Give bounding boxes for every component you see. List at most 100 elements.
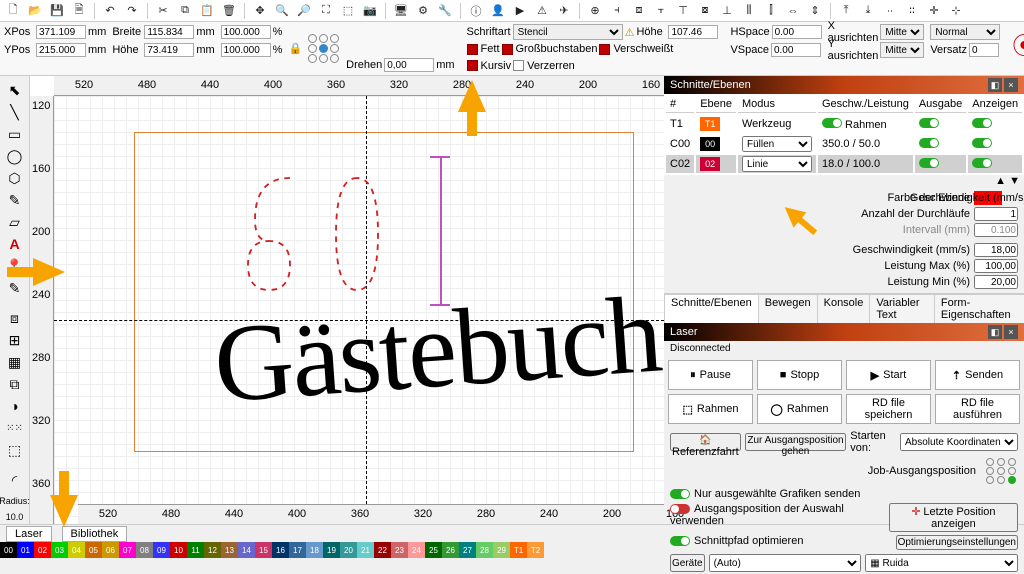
vspace-input[interactable] [771,43,821,57]
tab-form-eigenschaften[interactable]: Form-Eigenschaften [934,294,1024,323]
distort-check[interactable]: Verzerren [513,60,575,72]
palette-25[interactable]: 25 [425,542,442,558]
help-icon[interactable]: ⓘ [467,2,485,20]
rdrun-button[interactable]: RD file ausführen [935,394,1020,424]
warning-icon[interactable]: ⚠ [533,2,551,20]
pause-button[interactable]: ⏸Pause [668,360,753,390]
palette-22[interactable]: 22 [374,542,391,558]
startfrom-select[interactable]: Absolute Koordinaten [900,433,1018,451]
boolean-tool-icon[interactable]: ⧉ [4,374,26,394]
width-input[interactable] [144,25,194,39]
anchor-grid[interactable] [308,34,340,63]
canvas-area[interactable]: 520480440400360320280240200160 120160200… [30,76,664,524]
palette-03[interactable]: 03 [51,542,68,558]
height-input[interactable] [144,43,194,57]
showlastpos-button[interactable]: ✛ Letzte Position anzeigen [889,503,1018,532]
stop-button[interactable]: ■Stopp [757,360,842,390]
palette-16[interactable]: 16 [272,542,289,558]
trace-tool-icon[interactable]: ⬚ [4,440,26,460]
xalign-select[interactable]: Mitte [880,24,924,40]
powermin-input[interactable] [974,275,1018,289]
palette-17[interactable]: 17 [289,542,306,558]
dock-icon[interactable]: ◧ [988,78,1002,92]
delete-icon[interactable]: 🗑 [220,2,238,20]
cross-icon[interactable]: ✛ [925,2,943,20]
settings-icon[interactable]: ⚙ [414,2,432,20]
weld-check[interactable]: Verschweißt [599,43,673,55]
italic-check[interactable]: Kursiv [467,60,512,72]
hspace-input[interactable] [772,25,822,39]
palette-01[interactable]: 01 [17,542,34,558]
redo-icon[interactable]: ↷ [123,2,141,20]
textheight-input[interactable] [668,25,718,39]
palette-09[interactable]: 09 [153,542,170,558]
move-layer-down-icon[interactable]: ▼ [1009,175,1020,187]
palette-23[interactable]: 23 [391,542,408,558]
zoomsel-icon[interactable]: ⬚ [339,2,357,20]
measure-tool-icon[interactable]: ✎ [4,278,26,298]
align-hcenter-icon[interactable]: ⧈ [630,2,648,20]
tab-variabler-text[interactable]: Variabler Text [869,294,935,323]
palette-28[interactable]: 28 [476,542,493,558]
distribute-h-icon[interactable]: ⫼ [740,2,758,20]
dither-tool-icon[interactable]: ⁙⁙ [4,418,26,438]
array-tool-icon[interactable]: ⊞ [4,330,26,350]
pan-icon[interactable]: ✥ [251,2,269,20]
align-top-icon[interactable]: ⊤ [674,2,692,20]
zoomfit-icon[interactable]: ⛶ [317,2,335,20]
palette-04[interactable]: 04 [68,542,85,558]
save-icon[interactable]: 💾 [48,2,66,20]
palette-T2[interactable]: T2 [527,542,544,558]
zoomout-icon[interactable]: 🔎 [295,2,313,20]
rotate-input[interactable] [384,58,434,72]
palette-11[interactable]: 11 [187,542,204,558]
passes-input[interactable] [974,207,1018,221]
palette-13[interactable]: 13 [221,542,238,558]
palette-24[interactable]: 24 [408,542,425,558]
paste-icon[interactable]: 📋 [198,2,216,20]
palette-26[interactable]: 26 [442,542,459,558]
palette-12[interactable]: 12 [204,542,221,558]
align-center-icon[interactable]: ⊕ [586,2,604,20]
xpos-input[interactable] [36,25,86,39]
align-vcenter-icon[interactable]: ⧇ [696,2,714,20]
font-select[interactable]: Stencil [513,24,623,40]
palette-14[interactable]: 14 [238,542,255,558]
joborigin-grid[interactable] [986,458,1018,484]
close-icon[interactable]: × [1004,325,1018,339]
yalign-select[interactable]: Mitte [880,42,924,58]
dock-icon[interactable]: ◧ [988,325,1002,339]
rdsave-button[interactable]: RD file speichern [846,394,931,424]
select-tool-icon[interactable]: ⬉ [4,80,26,100]
weld-tool-icon[interactable]: ◑ [4,396,26,416]
distribute-v-icon[interactable]: ⫿ [762,2,780,20]
offset-input[interactable] [969,43,999,57]
speed-input[interactable] [974,243,1018,257]
palette-27[interactable]: 27 [459,542,476,558]
palette-21[interactable]: 21 [357,542,374,558]
text-tool-icon[interactable]: A [4,234,26,254]
palette-05[interactable]: 05 [85,542,102,558]
sameheight-icon[interactable]: ⇕ [806,2,824,20]
palette-06[interactable]: 06 [102,542,119,558]
bezier-tool-icon[interactable]: ✎ [4,190,26,210]
textstyle-select[interactable]: Normal [930,24,1000,40]
gotoorigin-button[interactable]: Zur Ausgangsposition gehen [745,433,847,451]
polygon-tool-icon[interactable]: ⬡ [4,168,26,188]
align-bottom-icon[interactable]: ⊥ [718,2,736,20]
device-select[interactable]: (Auto) [709,554,862,572]
crosshair-icon[interactable]: ⊹ [947,2,965,20]
edit-tool-icon[interactable]: ▱ [4,212,26,232]
interval-input[interactable] [974,223,1018,237]
palette-07[interactable]: 07 [119,542,136,558]
offset-tool-icon[interactable]: ⧈ [4,308,26,328]
layer-row[interactable]: C0202 Linie 18.0 / 100.0 [666,155,1024,173]
layer-row[interactable]: T1T1 Werkzeug Rahmen [666,115,1024,133]
palette-15[interactable]: 15 [255,542,272,558]
open-icon[interactable]: 📂 [26,2,44,20]
align-left-icon[interactable]: ⫞ [608,2,626,20]
monitor-icon[interactable]: 🖥 [392,2,410,20]
new-icon[interactable]: 🗋 [4,2,22,20]
tab-bewegen[interactable]: Bewegen [758,294,818,323]
dots2-icon[interactable]: ∶∶ [903,2,921,20]
